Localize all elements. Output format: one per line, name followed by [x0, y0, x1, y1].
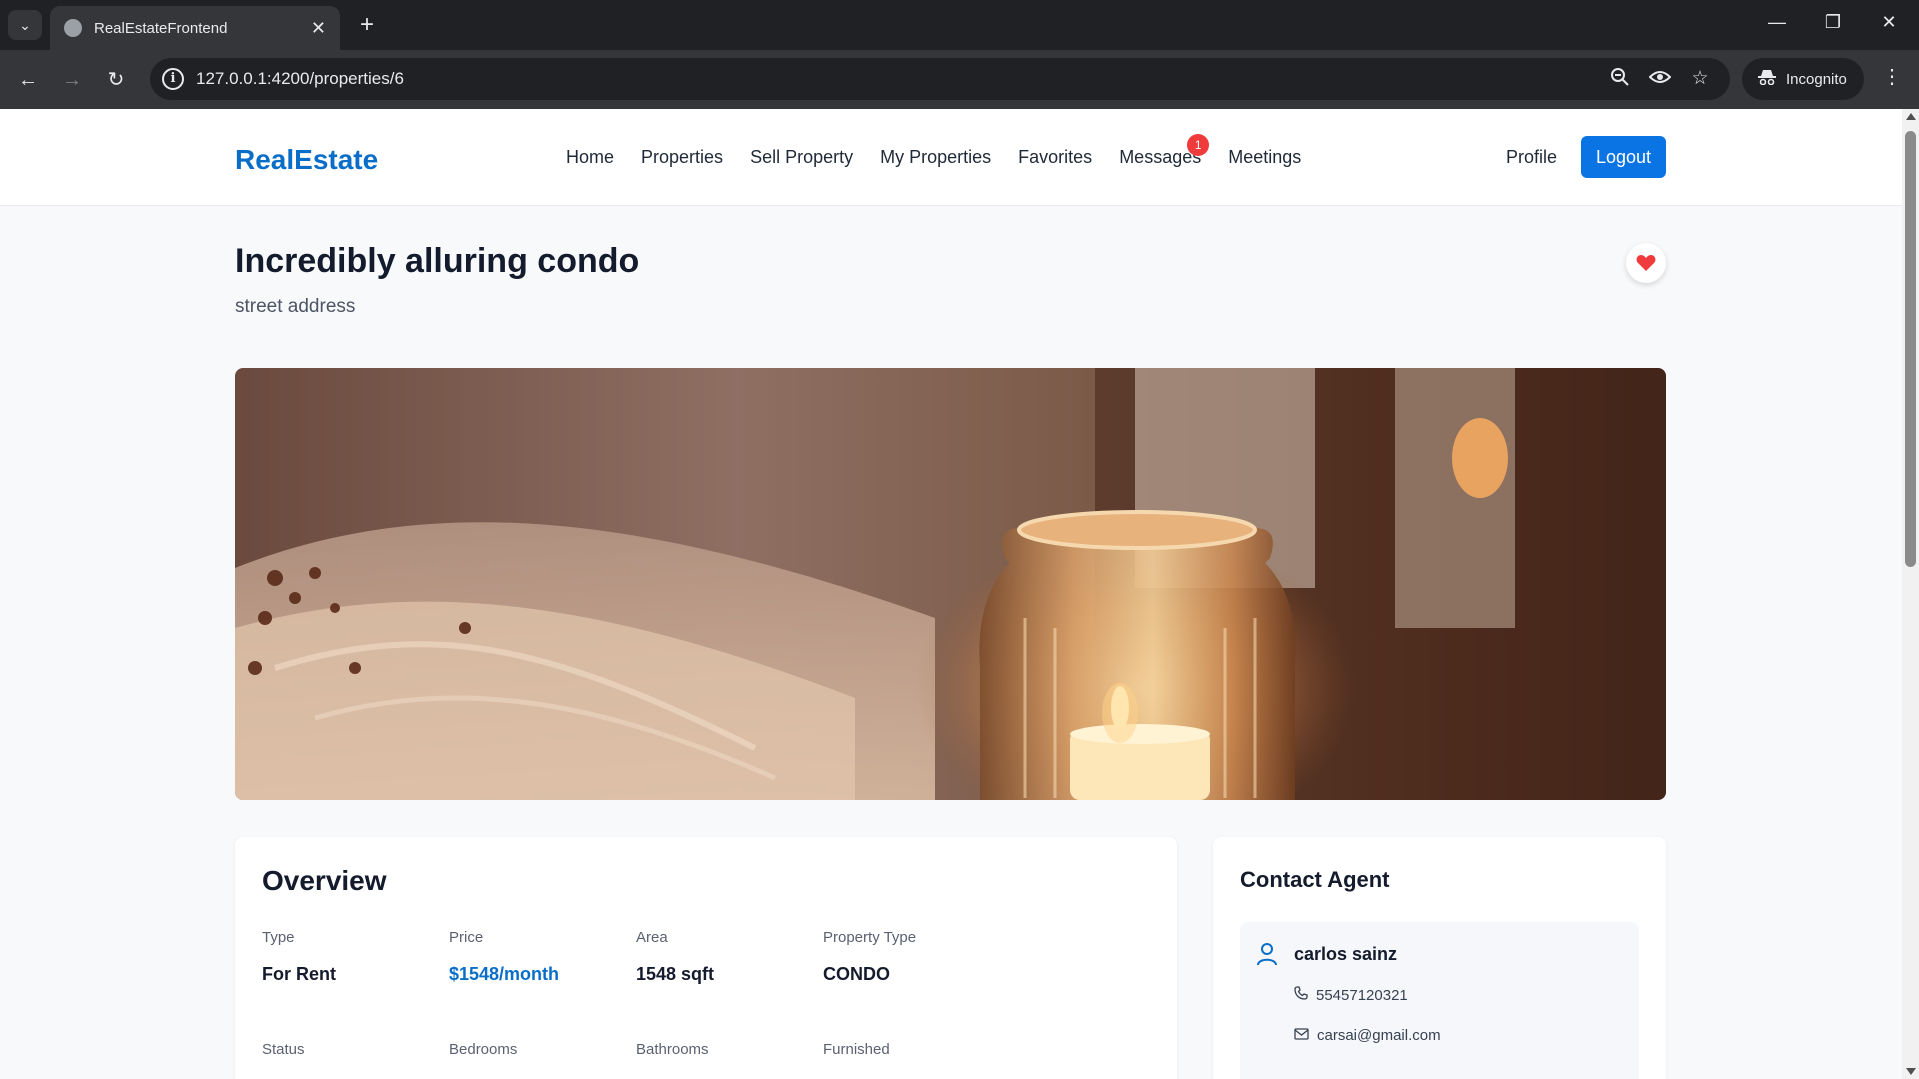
main-nav: Home Properties Sell Property My Propert… — [566, 134, 1301, 168]
logout-button[interactable]: Logout — [1581, 136, 1666, 178]
zoom-icon[interactable] — [1608, 67, 1632, 93]
reload-button[interactable]: ↻ — [100, 64, 132, 96]
scrollbar-thumb[interactable] — [1905, 131, 1916, 567]
overview-property-type: Property Type CONDO — [823, 929, 1043, 985]
nav-sell-property[interactable]: Sell Property — [750, 147, 853, 168]
scroll-down-arrow[interactable] — [1906, 1068, 1916, 1075]
minimize-button[interactable]: — — [1762, 12, 1792, 33]
tab-title: RealEstateFrontend — [94, 19, 228, 37]
nav-home[interactable]: Home — [566, 147, 614, 168]
favorite-button[interactable] — [1626, 243, 1666, 283]
agent-details: carlos sainz 55457120321 carsai@gmail.co… — [1240, 922, 1639, 1079]
overview-furnished: Furnished — [823, 1041, 1043, 1058]
property-hero-image — [235, 368, 1666, 800]
overview-label: Furnished — [823, 1041, 890, 1058]
new-tab-button[interactable]: + — [354, 12, 380, 38]
mail-icon — [1294, 1027, 1309, 1044]
overview-value: CONDO — [823, 964, 890, 984]
restore-button[interactable]: ❐ — [1818, 12, 1848, 33]
nav-favorites[interactable]: Favorites — [1018, 147, 1092, 168]
close-window-button[interactable]: ✕ — [1874, 12, 1904, 33]
site-info-icon[interactable]: i — [162, 68, 184, 90]
browser-menu-icon[interactable]: ⋮ — [1880, 64, 1904, 89]
incognito-icon — [1758, 69, 1776, 89]
property-address: street address — [235, 296, 356, 317]
contact-heading: Contact Agent — [1240, 867, 1390, 892]
overview-heading: Overview — [262, 865, 387, 896]
tab-strip: ⌄ RealEstateFrontend ✕ + — ❐ ✕ — [0, 0, 1919, 50]
page-scrollbar[interactable] — [1902, 109, 1919, 1079]
incognito-label: Incognito — [1786, 70, 1847, 88]
agent-phone-text: 55457120321 — [1316, 986, 1408, 1004]
nav-meetings[interactable]: Meetings — [1228, 147, 1301, 168]
site-navbar: RealEstate Home Properties Sell Property… — [0, 109, 1902, 206]
overview-label: Property Type — [823, 929, 917, 946]
nav-messages[interactable]: Messages 1 — [1119, 134, 1210, 168]
address-bar[interactable]: i 127.0.0.1:4200/properties/6 ☆ — [150, 58, 1730, 100]
agent-name: carlos sainz — [1294, 944, 1398, 964]
agent-phone[interactable]: 55457120321 — [1294, 986, 1408, 1004]
nav-my-properties[interactable]: My Properties — [880, 147, 991, 168]
browser-chrome: ⌄ RealEstateFrontend ✕ + — ❐ ✕ ← → ↻ i 1… — [0, 0, 1919, 109]
nav-properties[interactable]: Properties — [641, 147, 723, 168]
browser-toolbar: ← → ↻ i 127.0.0.1:4200/properties/6 ☆ In… — [0, 50, 1919, 109]
agent-email[interactable]: carsai@gmail.com — [1294, 1027, 1441, 1044]
agent-email-text: carsai@gmail.com — [1317, 1027, 1441, 1044]
nav-profile[interactable]: Profile — [1506, 147, 1557, 168]
incognito-indicator[interactable]: Incognito — [1742, 58, 1864, 100]
close-tab-icon[interactable]: ✕ — [311, 18, 326, 39]
scroll-up-arrow[interactable] — [1906, 113, 1916, 120]
heart-icon — [1636, 255, 1656, 271]
tab-search-button[interactable]: ⌄ — [8, 10, 42, 40]
eye-icon[interactable] — [1648, 67, 1672, 93]
phone-icon — [1294, 986, 1308, 1004]
contact-agent-card: Contact Agent carlos sainz 55457120321 c… — [1213, 837, 1666, 1079]
bookmark-star-icon[interactable]: ☆ — [1688, 67, 1712, 90]
back-button[interactable]: ← — [12, 64, 44, 96]
url-text[interactable]: 127.0.0.1:4200/properties/6 — [196, 69, 404, 89]
browser-tab[interactable]: RealEstateFrontend ✕ — [50, 6, 340, 50]
messages-unread-badge: 1 — [1187, 134, 1210, 156]
user-icon — [1256, 942, 1278, 971]
forward-button[interactable]: → — [56, 64, 88, 96]
property-title: Incredibly alluring condo — [235, 242, 640, 280]
overview-card: Overview Type For Rent Price $1548/month… — [235, 837, 1177, 1079]
globe-icon — [64, 19, 82, 37]
site-logo[interactable]: RealEstate — [235, 144, 378, 176]
